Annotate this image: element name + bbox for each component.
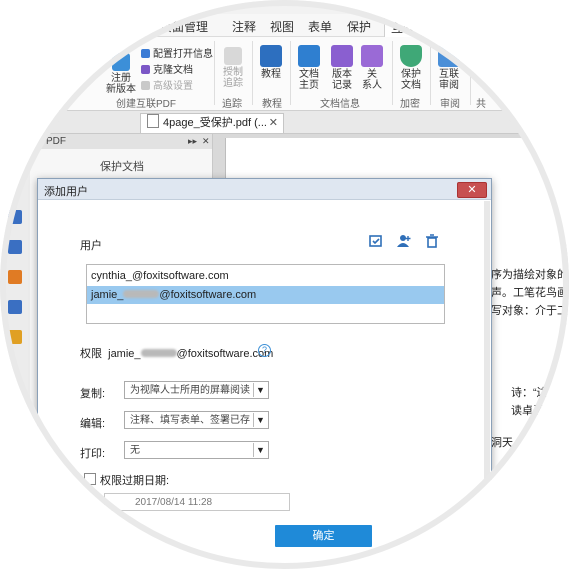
attachment-icon[interactable] bbox=[8, 300, 22, 314]
tab-protect[interactable]: 保护 bbox=[347, 18, 371, 35]
contacts-button[interactable]: 关 系人 bbox=[359, 45, 385, 91]
divider bbox=[392, 41, 393, 105]
tab-page-management[interactable]: 页面管理 bbox=[160, 18, 208, 35]
doc-text-line: 写对象：介于工 bbox=[491, 305, 568, 317]
pdf-file-icon bbox=[147, 114, 159, 128]
dialog-body: 用户 cynthia_@foxitsoftware.com jamie_@fo bbox=[44, 201, 484, 569]
app-window: 页面管理 注释 视图 表单 保护 互联 注册 新版本 配置打开信息 克隆文档 高… bbox=[0, 0, 569, 569]
user-list[interactable]: cynthia_@foxitsoftware.com jamie_ @foxits… bbox=[86, 264, 445, 324]
print-permission-select[interactable]: 无 ▼ bbox=[124, 441, 269, 459]
register-icon bbox=[112, 53, 130, 71]
group-share: 共 bbox=[476, 99, 486, 110]
review-icon bbox=[438, 45, 460, 67]
chevron-down-icon: ▼ bbox=[253, 413, 267, 427]
tab-comment[interactable]: 注释 bbox=[232, 18, 256, 35]
clone-doc-button[interactable]: 克隆文档 bbox=[141, 61, 193, 76]
group-review: 审阅 bbox=[440, 99, 460, 110]
expiry-checkbox[interactable] bbox=[84, 473, 96, 485]
dialog-titlebar: 添加用户 ✕ bbox=[38, 179, 491, 200]
divider bbox=[252, 41, 253, 105]
print-label: 打印: bbox=[80, 448, 106, 460]
dialog-title: 添加用户 bbox=[44, 186, 88, 198]
config-open-info-button[interactable]: 配置打开信息 bbox=[141, 45, 213, 60]
chevron-down-icon: ▼ bbox=[253, 443, 267, 457]
users-label: 用户 bbox=[80, 240, 102, 252]
doc-home-icon bbox=[298, 45, 320, 67]
add-user-dialog: 添加用户 ✕ 用户 cynthia_@foxitsoftware.com jam… bbox=[37, 178, 492, 569]
copy-permission-select[interactable]: 为视障人士所用的屏幕阅读 ▼ bbox=[124, 381, 269, 399]
close-tab-icon[interactable]: ✕ bbox=[269, 114, 278, 133]
group-tracking: 追踪 bbox=[222, 99, 242, 110]
tab-form[interactable]: 表单 bbox=[308, 18, 332, 35]
close-dialog-button[interactable]: ✕ bbox=[457, 182, 487, 198]
permission-user-line: 权限 jamie_ @foxitsoftware.com bbox=[80, 348, 274, 360]
user-list-item[interactable]: cynthia_@foxitsoftware.com bbox=[87, 267, 444, 285]
comment-icon[interactable] bbox=[8, 270, 22, 284]
copy-label: 复制: bbox=[80, 388, 106, 400]
add-user-icon[interactable] bbox=[396, 233, 412, 249]
settings-icon bbox=[141, 81, 150, 90]
delete-user-icon[interactable] bbox=[424, 233, 440, 249]
document-tab-bar: 4page_受保护.pdf (... ✕ bbox=[0, 111, 569, 134]
pin-panel-icon[interactable]: ▸▸ bbox=[188, 134, 197, 149]
register-version-button[interactable]: 注册 新版本 bbox=[103, 53, 139, 95]
doc-text-line: 读卓吾 bbox=[511, 405, 544, 417]
ok-button[interactable]: 确定 bbox=[275, 525, 372, 547]
redacted-text bbox=[123, 290, 160, 298]
close-panel-icon[interactable]: ✕ bbox=[202, 134, 210, 149]
tutorial-icon bbox=[260, 45, 282, 67]
connected-review-button[interactable]: 互联 审阅 bbox=[434, 45, 464, 91]
expiry-label: 权限过期日期: bbox=[100, 475, 170, 487]
divider bbox=[430, 41, 431, 105]
import-users-icon[interactable] bbox=[368, 233, 384, 249]
chevron-down-icon: ▼ bbox=[253, 383, 267, 397]
divider bbox=[470, 41, 471, 105]
group-encrypt: 加密 bbox=[400, 99, 420, 110]
panel-header: PDF ▸▸ ✕ bbox=[0, 134, 212, 149]
doc-home-button[interactable]: 文档 主页 bbox=[294, 45, 324, 91]
expiry-date-field[interactable]: 2017/08/14 11:28 bbox=[104, 493, 290, 511]
group-doc-info: 文档信息 bbox=[320, 99, 360, 110]
signature-icon[interactable] bbox=[8, 330, 22, 344]
tracking-button[interactable]: 授制 追踪 bbox=[218, 47, 248, 89]
navigation-strip bbox=[0, 170, 30, 569]
document-tab[interactable]: 4page_受保护.pdf (... ✕ bbox=[140, 113, 284, 133]
shield-icon bbox=[400, 45, 422, 67]
version-icon bbox=[331, 45, 353, 67]
bookmark-icon[interactable] bbox=[8, 210, 22, 224]
contacts-icon bbox=[361, 45, 383, 67]
edit-permission-select[interactable]: 注释、填写表单、签署已存 ▼ bbox=[124, 411, 269, 429]
layers-icon[interactable] bbox=[8, 240, 22, 254]
dialog-scrollbar[interactable] bbox=[484, 201, 490, 481]
ribbon-tab-bar: 页面管理 注释 视图 表单 保护 互联 bbox=[0, 14, 569, 38]
panel-title: 保护文档 bbox=[100, 161, 144, 173]
divider bbox=[214, 41, 215, 105]
doc-text-line: 序为描绘对象的 bbox=[491, 269, 568, 281]
advanced-settings-button[interactable]: 高级设置 bbox=[141, 77, 193, 92]
divider bbox=[290, 41, 291, 105]
doc-text-line: 诗：“边 bbox=[511, 387, 548, 399]
doc-text-line: 声。工笔花鸟画 bbox=[491, 287, 568, 299]
edit-label: 编辑: bbox=[80, 418, 106, 430]
tab-view[interactable]: 视图 bbox=[270, 18, 294, 35]
tutorial-button[interactable]: 教程 bbox=[256, 45, 286, 80]
config-icon bbox=[141, 49, 150, 58]
clone-icon bbox=[141, 65, 150, 74]
protect-doc-button[interactable]: 保护 文档 bbox=[396, 45, 426, 91]
redacted-text bbox=[140, 349, 177, 357]
user-list-item-selected[interactable]: jamie_ @foxitsoftware.com bbox=[87, 286, 444, 304]
help-icon[interactable]: ? bbox=[258, 344, 271, 357]
tab-connected[interactable]: 互联 bbox=[384, 16, 423, 38]
tracking-icon bbox=[224, 47, 242, 65]
ribbon: 注册 新版本 配置打开信息 克隆文档 高级设置 创建互联PDF 授制 追踪 追踪… bbox=[0, 37, 569, 111]
group-tutorial: 教程 bbox=[262, 99, 282, 110]
version-history-button[interactable]: 版本 记录 bbox=[327, 45, 357, 91]
doc-text-line: 洞天 bbox=[491, 437, 513, 449]
group-create-connected: 创建互联PDF bbox=[116, 99, 176, 110]
